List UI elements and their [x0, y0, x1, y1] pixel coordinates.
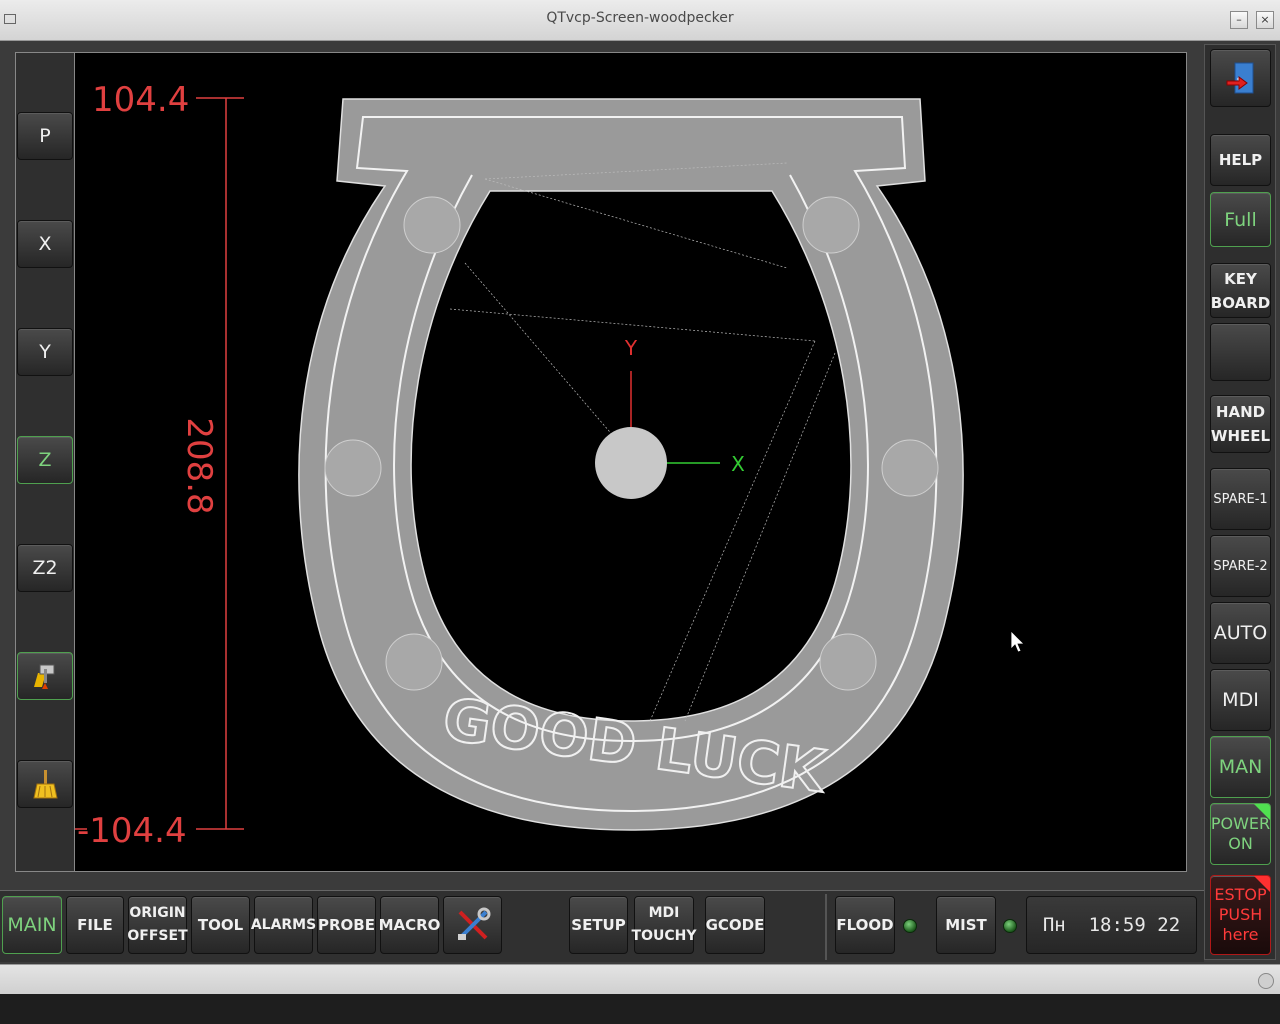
help-label: HELP: [1218, 151, 1263, 169]
desktop-background: [0, 994, 1280, 1024]
minimize-button[interactable]: –: [1230, 11, 1248, 29]
tab-tool[interactable]: TOOL: [191, 896, 250, 954]
fullscreen-label: Full: [1224, 208, 1257, 231]
estop-label-line2: PUSH: [1218, 905, 1263, 924]
blank-button[interactable]: [1210, 323, 1271, 381]
close-window-button[interactable]: ×: [1256, 11, 1274, 29]
axis-y-label: Y: [39, 341, 51, 363]
axis-z-button[interactable]: Z: [17, 436, 73, 484]
keyboard-label-line2: BOARD: [1210, 293, 1271, 312]
power-label-line2: ON: [1228, 834, 1253, 853]
tab-alarms[interactable]: ALARMS: [250, 896, 317, 954]
bottom-divider: [825, 894, 827, 960]
spare-1-label: SPARE-1: [1213, 491, 1268, 507]
tab-mdi-touchy[interactable]: MDI TOUCHY: [631, 896, 697, 954]
axis-z-label: Z: [38, 449, 52, 471]
manual-label: MAN: [1218, 756, 1263, 778]
auto-mode-button[interactable]: AUTO: [1210, 602, 1271, 664]
clear-button[interactable]: [17, 760, 73, 808]
exit-button[interactable]: [1210, 49, 1271, 107]
fullscreen-button[interactable]: Full: [1210, 192, 1271, 247]
status-bar: [0, 964, 1280, 995]
axis-y-button[interactable]: Y: [17, 328, 73, 376]
mdi-label: MDI: [1222, 689, 1259, 711]
tab-gcode[interactable]: GCODE: [705, 896, 765, 954]
tab-file-label: FILE: [77, 916, 113, 934]
estop-label-line3: here: [1222, 925, 1259, 944]
keyboard-label-line1: KEY: [1224, 269, 1257, 288]
power-indicator-corner: [1254, 804, 1270, 820]
tools-icon: [457, 907, 490, 940]
power-button[interactable]: POWER ON: [1210, 803, 1271, 865]
tab-main[interactable]: MAIN: [2, 896, 62, 954]
handwheel-button[interactable]: HAND WHEEL: [1210, 395, 1271, 453]
spare-2-button[interactable]: SPARE-2: [1210, 535, 1271, 597]
gcode-graphics-view[interactable]: 104.4 -104.4 208.8 GOOD LUCK Y X: [74, 52, 1187, 872]
axis-p-label: P: [39, 125, 51, 147]
spare-2-label: SPARE-2: [1213, 558, 1268, 574]
clear-broom-icon: [33, 770, 58, 799]
handwheel-label-line1: HAND: [1215, 403, 1266, 421]
estop-button[interactable]: ESTOP PUSH here: [1210, 875, 1271, 955]
tab-mdi-touchy-line1: MDI: [648, 905, 680, 921]
tab-main-label: MAIN: [7, 914, 57, 936]
dimension-top-label: 104.4: [92, 80, 189, 120]
mist-button[interactable]: MIST: [936, 896, 996, 954]
window-title: QTvcp-Screen-woodpecker: [546, 10, 734, 26]
touch-off-button[interactable]: [17, 652, 73, 700]
tab-probe[interactable]: PROBE: [317, 896, 376, 954]
spare-1-button[interactable]: SPARE-1: [1210, 468, 1271, 530]
flood-label: FLOOD: [836, 916, 894, 934]
handwheel-label-line2: WHEEL: [1210, 427, 1271, 445]
keyboard-button[interactable]: KEY BOARD: [1210, 263, 1271, 318]
flood-led-indicator: [903, 919, 917, 933]
clock-display: Пн 18:59 22: [1026, 896, 1197, 954]
dimension-bottom-label: -104.4: [77, 811, 187, 851]
axis-x-label: X: [38, 233, 52, 255]
tab-probe-label: PROBE: [318, 916, 375, 934]
axis-z2-button[interactable]: Z2: [17, 544, 73, 592]
tab-origin-offset-line1: ORIGIN: [129, 905, 186, 921]
clock-text: Пн 18:59 22: [1042, 914, 1181, 936]
x-axis-label: X: [731, 452, 745, 476]
mist-led-indicator: [1003, 919, 1017, 933]
mdi-mode-button[interactable]: MDI: [1210, 669, 1271, 731]
dimension-span-label: 208.8: [179, 417, 219, 514]
touch-off-icon: [34, 664, 55, 689]
tool-position-marker: [595, 427, 667, 499]
tab-utilities[interactable]: [443, 896, 502, 954]
axis-x-button[interactable]: X: [17, 220, 73, 268]
tab-gcode-label: GCODE: [705, 916, 765, 934]
mist-label: MIST: [945, 916, 987, 934]
tab-origin-offset-line2: OFFSET: [127, 928, 188, 944]
window-titlebar: QTvcp-Screen-woodpecker – ×: [0, 0, 1280, 41]
axis-z2-label: Z2: [32, 557, 58, 579]
axis-p-button[interactable]: P: [17, 112, 73, 160]
exit-door-icon: [1226, 62, 1253, 94]
help-button[interactable]: HELP: [1210, 134, 1271, 186]
tab-origin-offset[interactable]: ORIGIN OFFSET: [127, 896, 188, 954]
tab-macro-label: MACRO: [378, 916, 441, 934]
tab-setup-label: SETUP: [571, 916, 626, 934]
tab-macro[interactable]: MACRO: [378, 896, 441, 954]
tab-alarms-label: ALARMS: [250, 917, 317, 933]
tab-setup[interactable]: SETUP: [569, 896, 628, 954]
flood-button[interactable]: FLOOD: [835, 896, 895, 954]
auto-label: AUTO: [1213, 622, 1268, 644]
tab-tool-label: TOOL: [197, 916, 244, 934]
mouse-cursor-icon: [1010, 630, 1025, 653]
estop-indicator-corner: [1254, 876, 1270, 892]
status-notification-icon[interactable]: [1258, 973, 1274, 989]
manual-mode-button[interactable]: MAN: [1210, 736, 1271, 798]
y-axis-label: Y: [624, 336, 638, 360]
tab-mdi-touchy-line2: TOUCHY: [631, 928, 697, 944]
tab-file[interactable]: FILE: [66, 896, 124, 954]
